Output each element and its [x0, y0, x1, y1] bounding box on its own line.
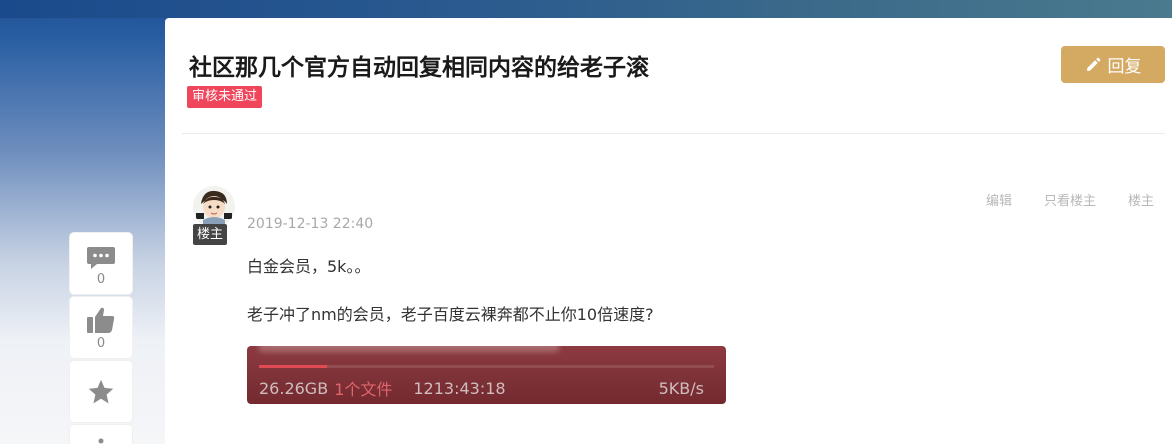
title-divider — [182, 133, 1165, 134]
comment-button[interactable]: 0 — [70, 233, 132, 294]
post-timestamp: 2019-12-13 22:40 — [247, 216, 374, 232]
download-screenshot: 26.26GB 1个文件 1213:43:18 5KB/s — [247, 346, 726, 404]
download-speed: 5KB/s — [658, 378, 704, 398]
download-progress-track — [259, 365, 714, 368]
floor-label: 楼主 — [1127, 194, 1154, 209]
edit-link[interactable]: 编辑 — [986, 190, 1012, 209]
thumbs-up-icon — [87, 307, 115, 333]
only-op-link[interactable]: 只看楼主 — [1044, 190, 1096, 209]
thread-card: 社区那几个官方自动回复相同内容的给老子滚 审核未通过 回复 楼主 2019-12… — [165, 18, 1172, 444]
pencil-icon — [1086, 57, 1100, 71]
download-size: 26.26GB — [259, 378, 329, 398]
download-file-count: 1个文件 — [334, 380, 393, 399]
download-progress-bar — [259, 365, 328, 368]
star-icon — [88, 379, 114, 403]
share-button[interactable] — [70, 425, 132, 444]
like-button[interactable]: 0 — [70, 297, 132, 358]
thread-title: 社区那几个官方自动回复相同内容的给老子滚 — [189, 55, 649, 81]
post-text-line: 白金会员，5k。。 — [247, 257, 371, 276]
reply-button[interactable]: 回复 — [1061, 46, 1165, 83]
blurred-filename — [259, 346, 559, 352]
comment-icon — [87, 247, 115, 269]
download-stats: 26.26GB 1个文件 1213:43:18 5KB/s — [259, 376, 704, 400]
page-header-strip — [0, 0, 1172, 18]
share-icon — [98, 438, 104, 444]
op-tag: 楼主 — [193, 224, 228, 245]
avatar[interactable] — [193, 186, 235, 228]
like-count: 0 — [96, 336, 106, 351]
download-remaining-time: 1213:43:18 — [413, 378, 506, 398]
post-text-line: 老子冲了nm的会员，老子百度云裸奔都不止你10倍速度? — [247, 305, 654, 324]
reply-button-label: 回复 — [1107, 57, 1142, 77]
comment-count: 0 — [96, 272, 106, 287]
post-actions: 编辑 只看楼主 楼主 — [986, 190, 1154, 209]
status-badge: 审核未通过 — [187, 86, 263, 108]
favorite-button[interactable] — [70, 361, 132, 422]
